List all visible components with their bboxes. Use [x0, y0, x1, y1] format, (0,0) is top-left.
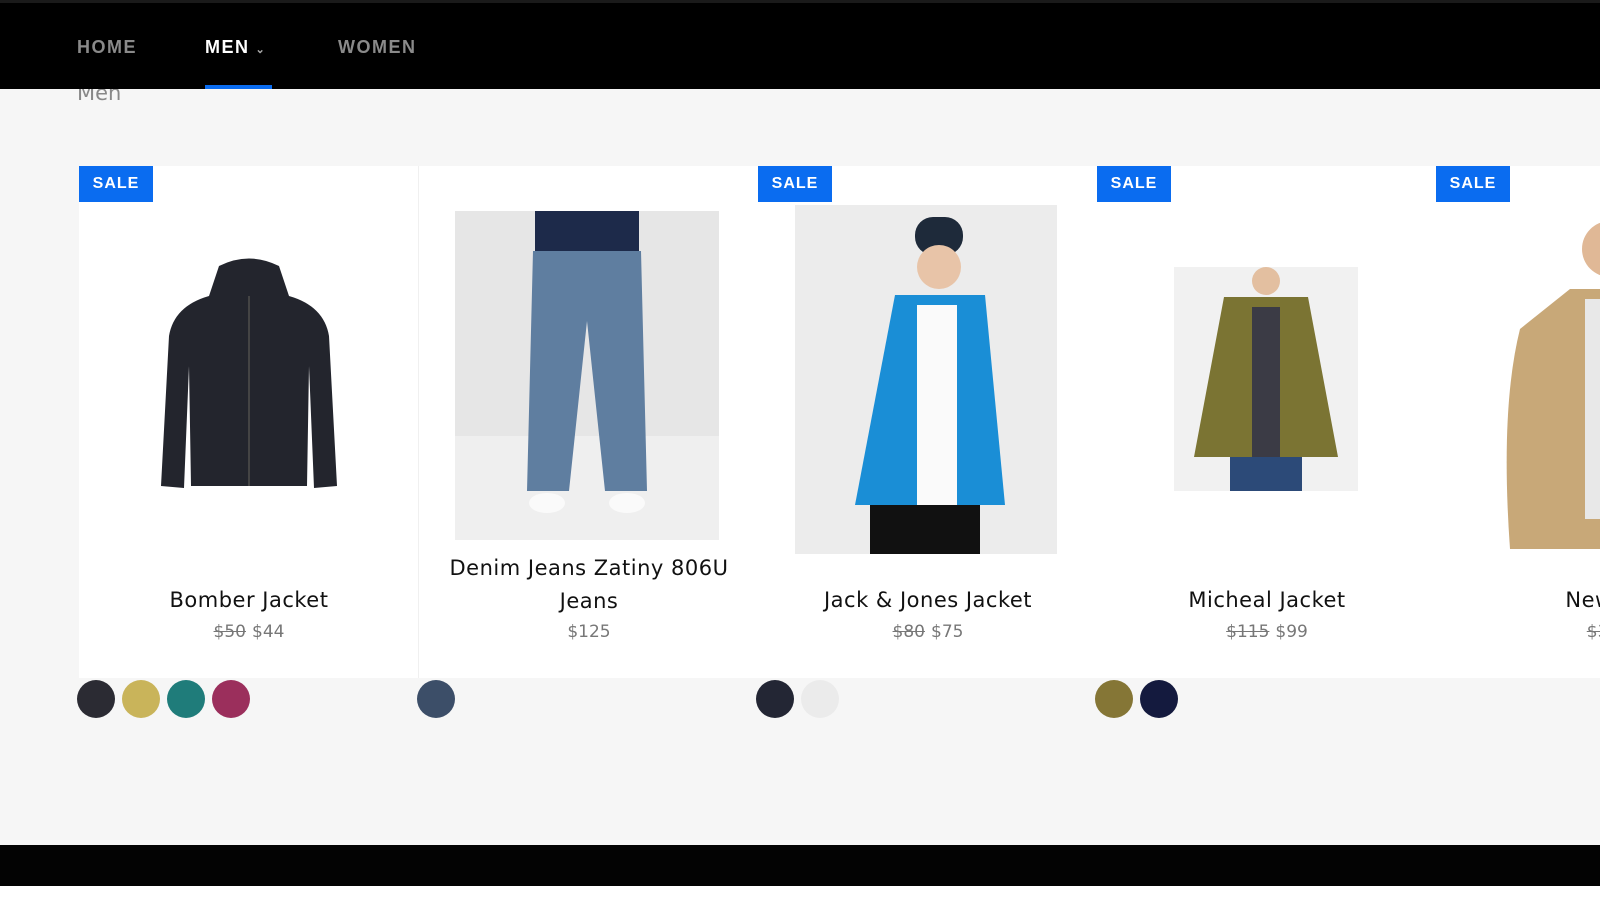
product-image-new-jacket[interactable]: [1500, 209, 1600, 549]
product-image-jack-jones-jacket[interactable]: [795, 205, 1057, 554]
old-price: $115: [1226, 622, 1270, 642]
color-swatch[interactable]: [77, 680, 115, 718]
color-swatch[interactable]: [167, 680, 205, 718]
product-price: $35: [1436, 622, 1600, 642]
nav-women[interactable]: WOMEN: [338, 37, 417, 58]
color-swatch[interactable]: [1140, 680, 1178, 718]
product-image-bomber-jacket[interactable]: [149, 256, 349, 496]
nav-men-label: MEN: [205, 37, 250, 57]
product-title[interactable]: Denim Jeans Zatiny 806U Jeans: [419, 552, 759, 618]
color-swatch[interactable]: [801, 680, 839, 718]
product-price: $125: [419, 622, 759, 642]
sale-badge: SALE: [1436, 166, 1510, 202]
product-title[interactable]: Micheal Jacket: [1097, 584, 1437, 617]
product-card[interactable]: SALE Bomber Jacket $50 $44: [79, 166, 419, 678]
product-title[interactable]: New J: [1426, 584, 1600, 617]
nav-home[interactable]: HOME: [77, 37, 137, 58]
current-price: $125: [567, 622, 611, 642]
product-price: $50 $44: [79, 622, 419, 642]
old-price: $35: [1586, 622, 1600, 642]
top-nav: HOME MEN ⌄ WOMEN: [0, 0, 1600, 91]
product-card[interactable]: SALE Micheal Jacket $115 $99: [1097, 166, 1437, 678]
current-price: $75: [931, 622, 964, 642]
footer-bar: [0, 845, 1600, 886]
color-swatch[interactable]: [122, 680, 160, 718]
chevron-down-icon: ⌄: [255, 44, 267, 56]
color-swatch[interactable]: [756, 680, 794, 718]
product-image-denim-jeans[interactable]: [455, 211, 719, 540]
color-swatch[interactable]: [212, 680, 250, 718]
old-price: $50: [213, 622, 246, 642]
nav-men[interactable]: MEN ⌄: [205, 37, 266, 58]
current-price: $44: [252, 622, 285, 642]
product-price: $80 $75: [758, 622, 1098, 642]
product-listing: Men SALE Bomber Jacket $50 $44 Denim Jean…: [0, 89, 1600, 845]
old-price: $80: [892, 622, 925, 642]
product-price: $115 $99: [1097, 622, 1437, 642]
color-swatch[interactable]: [1095, 680, 1133, 718]
product-image-micheal-jacket[interactable]: [1174, 267, 1358, 491]
product-card[interactable]: SALE Jack & Jones Jacket $80 $75: [758, 166, 1098, 678]
product-title[interactable]: Bomber Jacket: [79, 584, 419, 617]
sale-badge: SALE: [79, 166, 153, 202]
product-title[interactable]: Jack & Jones Jacket: [758, 584, 1098, 617]
current-price: $99: [1275, 622, 1308, 642]
product-card[interactable]: Denim Jeans Zatiny 806U Jeans $125: [419, 166, 759, 678]
sale-badge: SALE: [1097, 166, 1171, 202]
product-card[interactable]: SALE New J $35: [1436, 166, 1600, 678]
breadcrumb: Men: [77, 89, 122, 105]
sale-badge: SALE: [758, 166, 832, 202]
color-swatch[interactable]: [417, 680, 455, 718]
